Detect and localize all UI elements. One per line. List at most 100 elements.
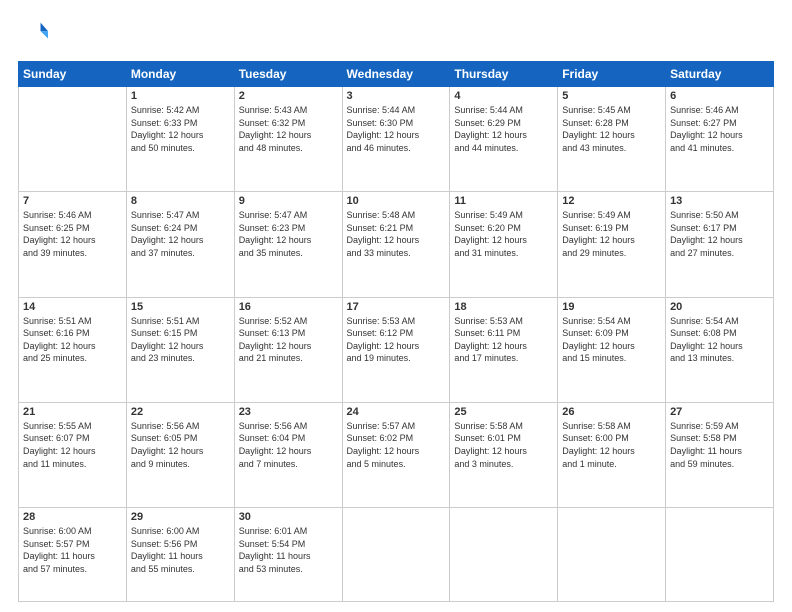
day-info: Sunrise: 5:52 AM Sunset: 6:13 PM Dayligh… xyxy=(239,315,338,365)
calendar-day-cell: 19Sunrise: 5:54 AM Sunset: 6:09 PM Dayli… xyxy=(558,297,666,402)
day-info: Sunrise: 5:46 AM Sunset: 6:25 PM Dayligh… xyxy=(23,209,122,259)
calendar-day-cell: 7 Sunrise: 5:46 AM Sunset: 6:25 PM Daylig… xyxy=(19,192,127,297)
day-info: Sunrise: 5:47 AM Sunset: 6:24 PM Dayligh… xyxy=(131,209,230,259)
calendar-week-row: 1 Sunrise: 5:42 AM Sunset: 6:33 PM Daylig… xyxy=(19,87,774,192)
calendar-day-cell: 29 Sunrise: 6:00 AM Sunset: 5:56 PM Dayli… xyxy=(126,508,234,602)
weekday-header: Tuesday xyxy=(234,62,342,87)
day-number: 15 xyxy=(131,301,230,313)
weekday-header: Thursday xyxy=(450,62,558,87)
calendar-day-cell: 13 Sunrise: 5:50 AM Sunset: 6:17 PM Dayli… xyxy=(666,192,774,297)
day-info: Sunrise: 6:00 AM Sunset: 5:57 PM Dayligh… xyxy=(23,525,122,575)
day-info: Sunrise: 5:50 AM Sunset: 6:17 PM Dayligh… xyxy=(670,209,769,259)
calendar-day-cell: 8 Sunrise: 5:47 AM Sunset: 6:24 PM Daylig… xyxy=(126,192,234,297)
day-info: Sunrise: 5:56 AM Sunset: 6:05 PM Dayligh… xyxy=(131,420,230,470)
calendar-day-cell xyxy=(558,508,666,602)
day-info: Sunrise: 5:44 AM Sunset: 6:29 PM Dayligh… xyxy=(454,104,553,154)
day-info: Sunrise: 5:51 AM Sunset: 6:16 PM Dayligh… xyxy=(23,315,122,365)
calendar-day-cell: 14 Sunrise: 5:51 AM Sunset: 6:16 PM Dayli… xyxy=(19,297,127,402)
day-info: Sunrise: 6:00 AM Sunset: 5:56 PM Dayligh… xyxy=(131,525,230,575)
day-info: Sunrise: 5:59 AM Sunset: 5:58 PM Dayligh… xyxy=(670,420,769,470)
weekday-header: Saturday xyxy=(666,62,774,87)
calendar-day-cell: 4 Sunrise: 5:44 AM Sunset: 6:29 PM Daylig… xyxy=(450,87,558,192)
day-info: Sunrise: 5:43 AM Sunset: 6:32 PM Dayligh… xyxy=(239,104,338,154)
day-number: 12 xyxy=(562,195,661,207)
day-number: 8 xyxy=(131,195,230,207)
day-info: Sunrise: 5:47 AM Sunset: 6:23 PM Dayligh… xyxy=(239,209,338,259)
calendar-day-cell: 3 Sunrise: 5:44 AM Sunset: 6:30 PM Daylig… xyxy=(342,87,450,192)
day-info: Sunrise: 5:53 AM Sunset: 6:11 PM Dayligh… xyxy=(454,315,553,365)
day-number: 30 xyxy=(239,511,338,523)
day-number: 26 xyxy=(562,406,661,418)
calendar-day-cell: 28 Sunrise: 6:00 AM Sunset: 5:57 PM Dayli… xyxy=(19,508,127,602)
day-number: 1 xyxy=(131,90,230,102)
calendar-day-cell xyxy=(19,87,127,192)
calendar-day-cell: 26 Sunrise: 5:58 AM Sunset: 6:00 PM Dayli… xyxy=(558,402,666,507)
day-info: Sunrise: 5:49 AM Sunset: 6:19 PM Dayligh… xyxy=(562,209,661,259)
calendar-day-cell: 27 Sunrise: 5:59 AM Sunset: 5:58 PM Dayli… xyxy=(666,402,774,507)
calendar-day-cell xyxy=(666,508,774,602)
day-number: 14 xyxy=(23,301,122,313)
day-number: 7 xyxy=(23,195,122,207)
day-number: 2 xyxy=(239,90,338,102)
calendar-day-cell: 16Sunrise: 5:52 AM Sunset: 6:13 PM Dayli… xyxy=(234,297,342,402)
calendar-day-cell: 20 Sunrise: 5:54 AM Sunset: 6:08 PM Dayli… xyxy=(666,297,774,402)
day-number: 29 xyxy=(131,511,230,523)
calendar-day-cell: 23 Sunrise: 5:56 AM Sunset: 6:04 PM Dayli… xyxy=(234,402,342,507)
day-info: Sunrise: 5:56 AM Sunset: 6:04 PM Dayligh… xyxy=(239,420,338,470)
calendar-day-cell: 1 Sunrise: 5:42 AM Sunset: 6:33 PM Daylig… xyxy=(126,87,234,192)
calendar-day-cell: 24 Sunrise: 5:57 AM Sunset: 6:02 PM Dayli… xyxy=(342,402,450,507)
weekday-header: Sunday xyxy=(19,62,127,87)
day-number: 17 xyxy=(347,301,446,313)
day-number: 9 xyxy=(239,195,338,207)
calendar-day-cell: 2 Sunrise: 5:43 AM Sunset: 6:32 PM Daylig… xyxy=(234,87,342,192)
logo-icon xyxy=(20,18,48,46)
page: SundayMondayTuesdayWednesdayThursdayFrid… xyxy=(0,0,792,612)
day-number: 18 xyxy=(454,301,553,313)
day-info: Sunrise: 6:01 AM Sunset: 5:54 PM Dayligh… xyxy=(239,525,338,575)
weekday-header: Wednesday xyxy=(342,62,450,87)
day-number: 20 xyxy=(670,301,769,313)
calendar-day-cell: 18 Sunrise: 5:53 AM Sunset: 6:11 PM Dayli… xyxy=(450,297,558,402)
day-number: 6 xyxy=(670,90,769,102)
calendar-header-row: SundayMondayTuesdayWednesdayThursdayFrid… xyxy=(19,62,774,87)
calendar-day-cell: 9 Sunrise: 5:47 AM Sunset: 6:23 PM Daylig… xyxy=(234,192,342,297)
calendar-table: SundayMondayTuesdayWednesdayThursdayFrid… xyxy=(18,61,774,602)
day-number: 27 xyxy=(670,406,769,418)
calendar-week-row: 21 Sunrise: 5:55 AM Sunset: 6:07 PM Dayli… xyxy=(19,402,774,507)
weekday-header: Monday xyxy=(126,62,234,87)
calendar-day-cell: 11 Sunrise: 5:49 AM Sunset: 6:20 PM Dayli… xyxy=(450,192,558,297)
day-number: 5 xyxy=(562,90,661,102)
day-number: 23 xyxy=(239,406,338,418)
calendar-day-cell: 6Sunrise: 5:46 AM Sunset: 6:27 PM Daylig… xyxy=(666,87,774,192)
day-info: Sunrise: 5:48 AM Sunset: 6:21 PM Dayligh… xyxy=(347,209,446,259)
day-number: 4 xyxy=(454,90,553,102)
calendar-day-cell: 25Sunrise: 5:58 AM Sunset: 6:01 PM Dayli… xyxy=(450,402,558,507)
logo xyxy=(18,18,48,51)
day-info: Sunrise: 5:58 AM Sunset: 6:00 PM Dayligh… xyxy=(562,420,661,470)
day-info: Sunrise: 5:55 AM Sunset: 6:07 PM Dayligh… xyxy=(23,420,122,470)
calendar-day-cell: 17 Sunrise: 5:53 AM Sunset: 6:12 PM Dayli… xyxy=(342,297,450,402)
calendar-week-row: 7 Sunrise: 5:46 AM Sunset: 6:25 PM Daylig… xyxy=(19,192,774,297)
calendar-day-cell: 15 Sunrise: 5:51 AM Sunset: 6:15 PM Dayli… xyxy=(126,297,234,402)
day-info: Sunrise: 5:54 AM Sunset: 6:08 PM Dayligh… xyxy=(670,315,769,365)
day-info: Sunrise: 5:49 AM Sunset: 6:20 PM Dayligh… xyxy=(454,209,553,259)
day-number: 3 xyxy=(347,90,446,102)
day-number: 21 xyxy=(23,406,122,418)
day-info: Sunrise: 5:54 AM Sunset: 6:09 PM Dayligh… xyxy=(562,315,661,365)
day-info: Sunrise: 5:44 AM Sunset: 6:30 PM Dayligh… xyxy=(347,104,446,154)
day-number: 13 xyxy=(670,195,769,207)
day-info: Sunrise: 5:42 AM Sunset: 6:33 PM Dayligh… xyxy=(131,104,230,154)
day-info: Sunrise: 5:57 AM Sunset: 6:02 PM Dayligh… xyxy=(347,420,446,470)
day-info: Sunrise: 5:53 AM Sunset: 6:12 PM Dayligh… xyxy=(347,315,446,365)
header xyxy=(18,18,774,51)
calendar-week-row: 28 Sunrise: 6:00 AM Sunset: 5:57 PM Dayli… xyxy=(19,508,774,602)
calendar-day-cell: 10Sunrise: 5:48 AM Sunset: 6:21 PM Dayli… xyxy=(342,192,450,297)
day-info: Sunrise: 5:45 AM Sunset: 6:28 PM Dayligh… xyxy=(562,104,661,154)
calendar-day-cell xyxy=(342,508,450,602)
day-number: 24 xyxy=(347,406,446,418)
calendar-day-cell: 22Sunrise: 5:56 AM Sunset: 6:05 PM Dayli… xyxy=(126,402,234,507)
weekday-header: Friday xyxy=(558,62,666,87)
day-number: 11 xyxy=(454,195,553,207)
day-number: 28 xyxy=(23,511,122,523)
day-info: Sunrise: 5:51 AM Sunset: 6:15 PM Dayligh… xyxy=(131,315,230,365)
